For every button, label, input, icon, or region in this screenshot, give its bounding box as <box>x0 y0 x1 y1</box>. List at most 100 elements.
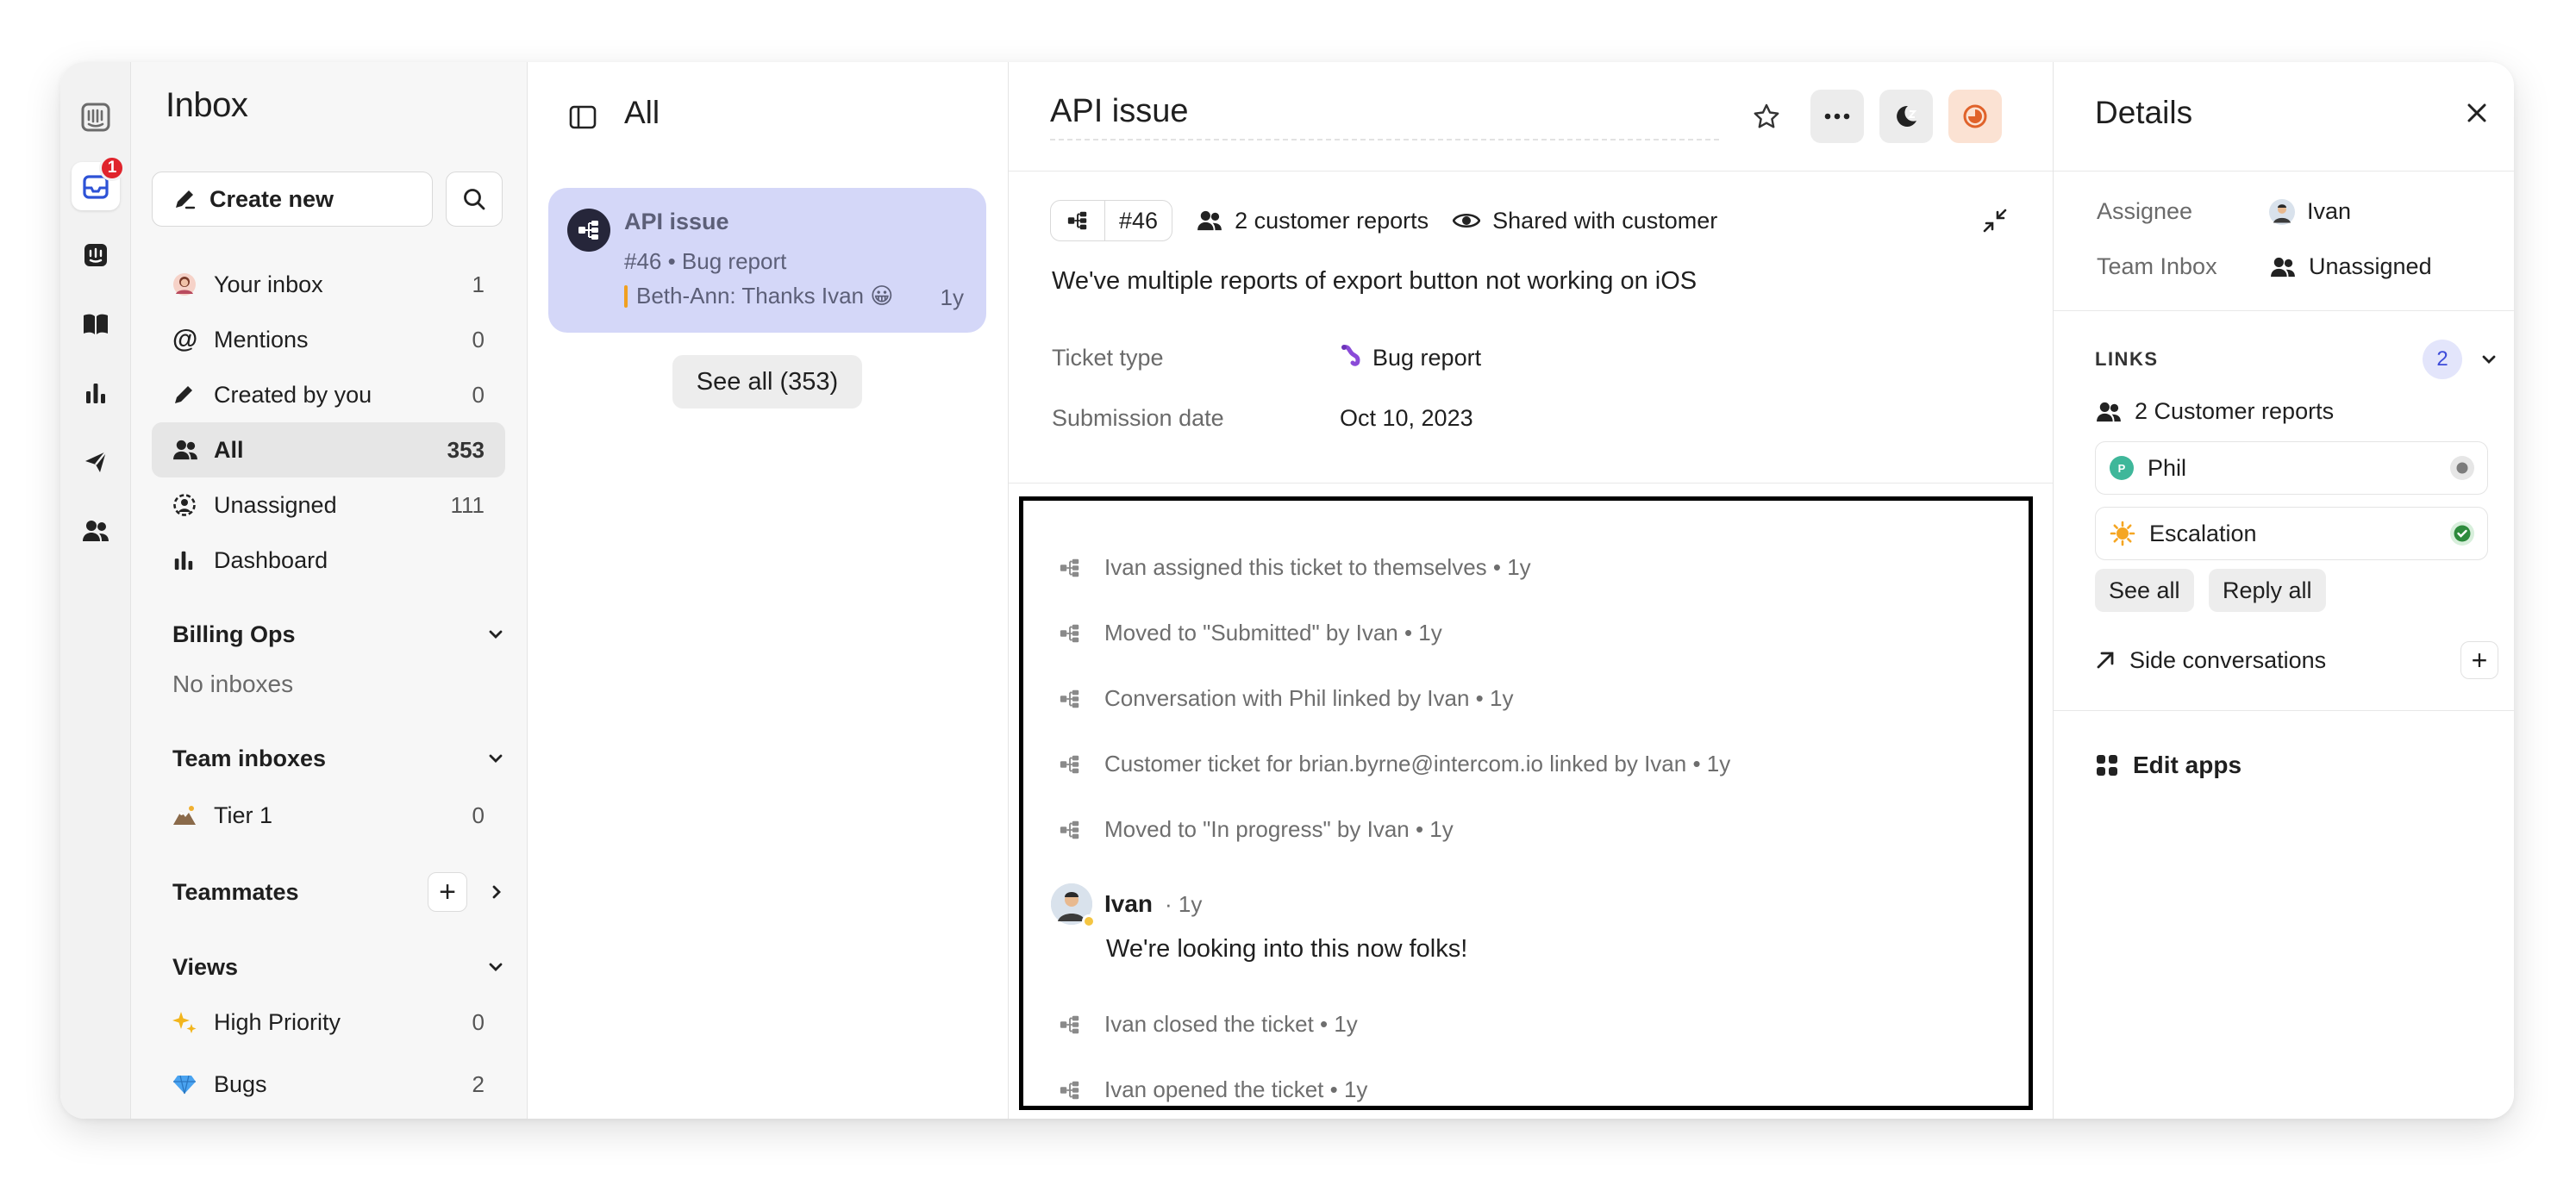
section-billing-ops[interactable]: Billing Ops <box>172 615 505 653</box>
header-divider <box>1009 171 2053 172</box>
team-inbox-value[interactable]: Unassigned <box>2269 253 2432 280</box>
attribute-label: Submission date <box>1052 405 1224 431</box>
assignee-row[interactable]: Assignee Ivan <box>2097 198 2351 225</box>
sidebar-item-bugs[interactable]: Bugs 2 <box>152 1057 505 1112</box>
side-conversations-label: Side conversations <box>2129 646 2327 673</box>
linked-ticket-escalation[interactable]: Escalation <box>2095 507 2488 560</box>
team-inbox-row[interactable]: Team Inbox Unassigned <box>2097 253 2432 280</box>
chevron-down-icon[interactable] <box>486 958 505 976</box>
see-all-button[interactable]: See all (353) <box>672 355 862 409</box>
ticket-tree-icon <box>1060 558 1079 577</box>
links-section-header[interactable]: LINKS 2 <box>2095 340 2498 379</box>
chevron-down-icon[interactable] <box>2479 350 2498 369</box>
avatar <box>2269 198 2295 225</box>
sidebar-item-label: Your inbox <box>214 271 323 297</box>
side-conversations-row[interactable]: Side conversations + <box>2095 641 2498 679</box>
sidebar-item-high-priority[interactable]: High Priority 0 <box>152 995 505 1050</box>
sidebar-item-mentions[interactable]: @ Mentions 0 <box>152 312 505 367</box>
team-inbox-label: Team Inbox <box>2097 253 2217 279</box>
sidebar-item-unassigned[interactable]: Unassigned 111 <box>152 477 505 533</box>
status-resolved-icon <box>2450 521 2474 546</box>
rail-knowledge-icon[interactable] <box>72 300 120 348</box>
ticket-title[interactable]: API issue <box>1050 93 1719 140</box>
toggle-sidebar-icon[interactable] <box>569 105 597 129</box>
section-title: Views <box>172 953 239 980</box>
edit-apps-button[interactable]: Edit apps <box>2095 752 2241 779</box>
sidebar-item-count: 0 <box>472 802 485 828</box>
comment-header: Ivan · 1y <box>1051 883 1203 928</box>
rail-fin-icon[interactable] <box>72 231 120 279</box>
gem-icon <box>172 1074 203 1095</box>
conversation-list: All API issue #46 • Bug report Beth-Ann:… <box>528 62 1009 1119</box>
ticket-tree-icon <box>1060 1015 1079 1033</box>
eye-icon <box>1453 213 1481 228</box>
section-teammates[interactable]: Teammates + <box>172 870 505 914</box>
attribute-submission-date[interactable]: Submission date Oct 10, 2023 <box>1052 405 1473 432</box>
event-row: Ivan assigned this ticket to themselves … <box>1058 554 1531 581</box>
avatar[interactable] <box>1051 883 1096 928</box>
create-new-button[interactable]: Create new <box>152 172 433 227</box>
section-team-inboxes[interactable]: Team inboxes <box>172 739 505 777</box>
sidebar-item-your-inbox[interactable]: Your inbox 1 <box>152 257 505 312</box>
chevron-down-icon[interactable] <box>486 625 505 644</box>
shared-text: Shared with customer <box>1492 207 1718 234</box>
avatar: P <box>2110 456 2134 480</box>
links-count-badge: 2 <box>2423 340 2462 379</box>
sidebar-item-count: 111 <box>450 491 485 518</box>
comment-author[interactable]: Ivan <box>1104 890 1153 918</box>
attribute-ticket-type[interactable]: Ticket type Bug report <box>1052 343 1481 373</box>
app-window: 1 Inbox Create new Your inbox 1 @ Mentio… <box>60 62 2514 1119</box>
customer-reports-text: 2 customer reports <box>1235 207 1429 234</box>
event-text: Customer ticket for brian.byrne@intercom… <box>1104 751 1731 777</box>
rail-inbox-icon[interactable]: 1 <box>72 155 125 210</box>
sidebar-item-tier-1[interactable]: Tier 1 0 <box>152 788 505 843</box>
ticket-tree-icon <box>1060 820 1079 839</box>
search-button[interactable] <box>446 172 503 227</box>
sidebar-item-dashboard[interactable]: Dashboard <box>152 533 505 588</box>
chevron-down-icon[interactable] <box>486 749 505 768</box>
add-teammate-button[interactable]: + <box>428 872 467 912</box>
collapse-icon[interactable] <box>1981 207 2009 234</box>
ticket-view: API issue #46 2 customer reports Shared … <box>1009 62 2054 1119</box>
close-ticket-button[interactable] <box>1948 90 2002 143</box>
add-side-conversation-button[interactable]: + <box>2460 641 2498 679</box>
at-sign-icon: @ <box>172 325 198 353</box>
people-icon <box>2097 402 2121 421</box>
reply-all-button[interactable]: Reply all <box>2209 569 2326 612</box>
star-button[interactable] <box>1740 90 1793 143</box>
conversation-preview-text: Beth-Ann: Thanks Ivan 😀 <box>636 283 894 309</box>
more-options-button[interactable] <box>1810 90 1864 143</box>
ticket-id-pill[interactable]: #46 <box>1050 200 1173 241</box>
comment-time: · 1y <box>1165 890 1203 917</box>
customer-reports-row[interactable]: 2 Customer reports <box>2095 398 2334 425</box>
rail-outbound-icon[interactable] <box>72 438 120 486</box>
svg-text:P: P <box>2118 462 2126 475</box>
ticket-tree-icon <box>1060 755 1079 773</box>
event-row: Customer ticket for brian.byrne@intercom… <box>1058 751 1730 777</box>
sidebar-item-all[interactable]: All 353 <box>152 422 505 477</box>
assignee-value[interactable]: Ivan <box>2269 198 2351 225</box>
see-all-links-button[interactable]: See all <box>2095 569 2194 612</box>
ticket-tree-icon <box>1060 624 1079 642</box>
status-open-icon <box>2450 456 2474 480</box>
customer-reports-meta[interactable]: 2 customer reports <box>1197 208 1429 234</box>
rail-reports-icon[interactable] <box>72 369 120 417</box>
rail-contacts-icon[interactable] <box>72 507 120 555</box>
sidebar-item-count: 0 <box>472 326 485 352</box>
linked-conversation-phil[interactable]: P Phil <box>2095 441 2488 495</box>
sun-icon <box>2110 521 2135 546</box>
snooze-button[interactable] <box>1879 90 1933 143</box>
shared-with-customer-meta[interactable]: Shared with customer <box>1453 208 1717 234</box>
sidebar-item-created-by-you[interactable]: Created by you 0 <box>152 367 505 422</box>
intercom-logo-icon[interactable] <box>72 93 120 141</box>
ticket-description[interactable]: We've multiple reports of export button … <box>1052 267 1697 296</box>
sidebar-item-label: Unassigned <box>214 491 337 518</box>
close-icon[interactable] <box>2466 102 2488 124</box>
apps-grid-icon <box>2097 755 2117 776</box>
ticket-tree-icon <box>1060 689 1079 708</box>
section-views[interactable]: Views <box>172 948 505 986</box>
conversation-card[interactable]: API issue #46 • Bug report Beth-Ann: Tha… <box>548 188 986 333</box>
chevron-right-icon[interactable] <box>488 883 505 901</box>
assignee-name: Ivan <box>2307 198 2352 224</box>
pencil-icon <box>172 384 203 406</box>
